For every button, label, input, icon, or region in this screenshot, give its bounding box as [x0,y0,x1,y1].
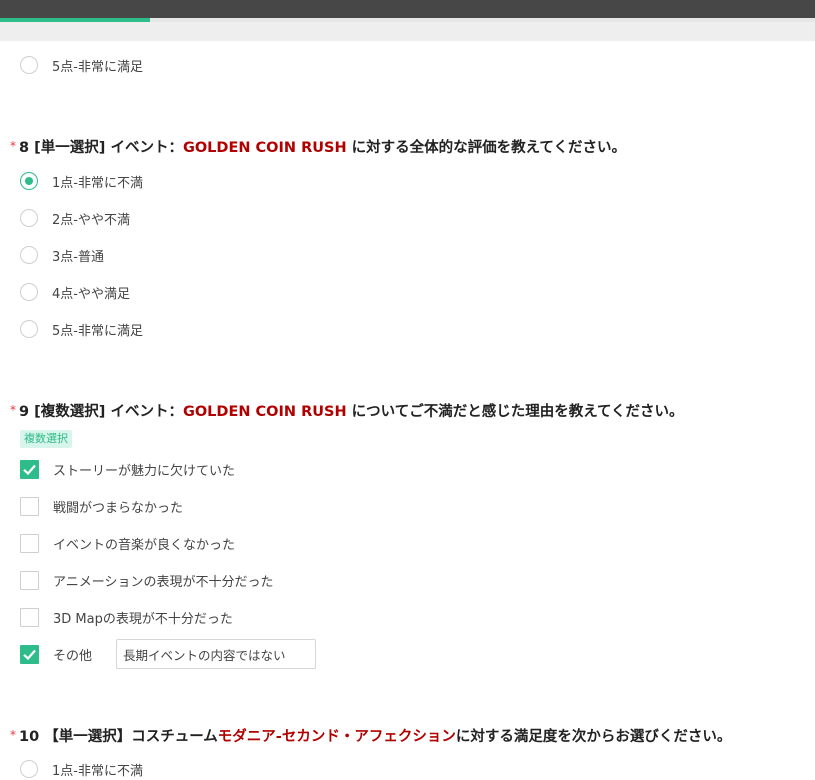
required-mark: * [10,728,16,742]
required-mark: * [10,403,16,417]
option-label: ストーリーが魅力に欠けていた [53,463,236,479]
question-9-title: * 9 [複数選択] イベント：GOLDEN COIN RUSH についてご不満だ… [10,400,684,421]
option-label: 1点-非常に不満 [52,175,143,191]
radio-button[interactable] [20,209,38,227]
browser-top-bar [0,0,815,18]
checkbox[interactable] [20,570,39,590]
q10-option-1[interactable]: 1点-非常に不満 [20,758,143,780]
checkbox-checked[interactable] [20,644,39,664]
radio-button[interactable] [20,56,38,74]
radio-button[interactable] [20,760,38,778]
question-10-highlight: モダニア-セカンド・アフェクション [217,729,456,745]
question-10-title: * 10 【単一選択】コスチュームモダニア-セカンド・アフェクションに対する満足度… [10,725,731,746]
multi-select-tag: 複数選択 [20,430,72,448]
option-label: 3D Mapの表現が不十分だった [53,611,233,627]
question-8-title: * 8 [単一選択] イベント：GOLDEN COIN RUSH に対する全体的な… [10,136,626,157]
radio-button-selected[interactable] [20,172,38,190]
checkbox[interactable] [20,607,39,627]
q9-option-1[interactable]: ストーリーが魅力に欠けていた [20,458,235,480]
radio-button[interactable] [20,320,38,338]
question-10-prefix: 10 【単一選択】コスチューム [19,729,218,745]
option-label: 2点-やや不満 [52,212,130,228]
q9-option-other[interactable]: その他 [20,639,317,669]
q9-option-3[interactable]: イベントの音楽が良くなかった [20,532,235,554]
radio-button[interactable] [20,246,38,264]
q8-option-3[interactable]: 3点-普通 [20,244,104,266]
q7-option-5[interactable]: 5点-非常に満足 [20,54,143,76]
question-10-suffix: に対する満足度を次からお選びください。 [455,729,732,745]
checkbox[interactable] [20,496,39,516]
q9-option-2[interactable]: 戦闘がつまらなかった [20,495,183,517]
other-reason-input[interactable] [116,639,317,669]
option-label: その他 [53,648,93,664]
question-8-highlight: GOLDEN COIN RUSH [182,140,347,156]
question-8-prefix: 8 [単一選択] イベント： [19,140,183,156]
header-band [0,22,815,41]
checkbox-checked[interactable] [20,459,39,479]
option-label: 5点-非常に満足 [52,323,143,339]
radio-button[interactable] [20,283,38,301]
option-label: 3点-普通 [52,249,104,265]
option-label: 1点-非常に不満 [52,763,143,779]
q9-option-4[interactable]: アニメーションの表現が不十分だった [20,569,273,591]
q8-option-1[interactable]: 1点-非常に不満 [20,170,143,192]
q8-option-4[interactable]: 4点-やや満足 [20,281,130,303]
q8-option-5[interactable]: 5点-非常に満足 [20,318,143,340]
option-label: イベントの音楽が良くなかった [53,537,236,553]
required-mark: * [10,139,16,153]
question-9-prefix: 9 [複数選択] イベント： [19,404,183,420]
q9-option-5[interactable]: 3D Mapの表現が不十分だった [20,606,233,628]
question-8-suffix: に対する全体的な評価を教えてください。 [346,140,626,156]
option-label: 5点-非常に満足 [52,59,143,75]
checkmark-icon [23,649,36,660]
q8-option-2[interactable]: 2点-やや不満 [20,207,130,229]
question-9-highlight: GOLDEN COIN RUSH [182,404,347,420]
option-label: アニメーションの表現が不十分だった [53,574,274,590]
option-label: 4点-やや満足 [52,286,130,302]
option-label: 戦闘がつまらなかった [53,500,184,516]
checkmark-icon [23,464,36,475]
question-9-suffix: についてご不満だと感じた理由を教えてください。 [346,404,684,420]
checkbox[interactable] [20,533,39,553]
